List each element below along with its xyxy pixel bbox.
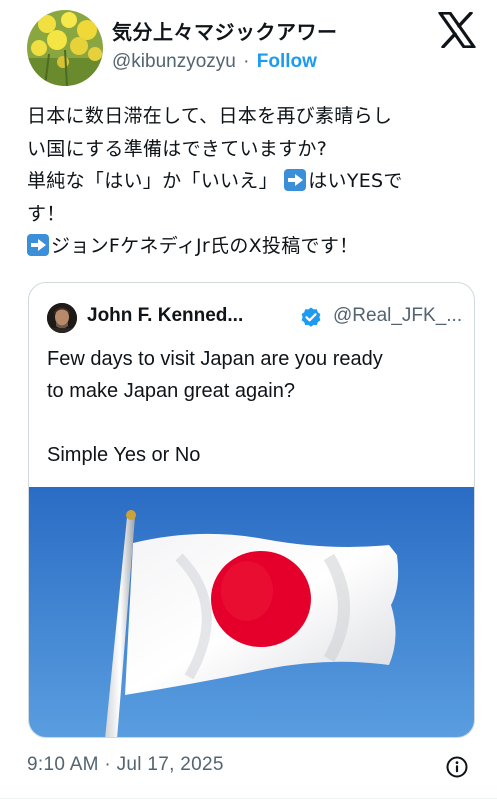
author-handle[interactable]: @kibunzyozyu <box>112 51 236 72</box>
info-icon[interactable] <box>446 756 468 778</box>
tweet-line-part: はいYESで <box>308 170 403 192</box>
tweet-line: ジョンFケネディJr氏のX投稿です！ <box>27 230 482 263</box>
tweet-line-part: 単純な「はい」か「いいえ」 <box>27 170 278 192</box>
tweet-header: 気分上々マジックアワー @kibunzyozyu · Follow <box>0 0 497 92</box>
author-display-name[interactable]: 気分上々マジックアワー <box>112 16 338 45</box>
tweet-line: す！ <box>27 202 66 225</box>
separator-dot: · <box>243 51 250 72</box>
follow-button[interactable]: Follow <box>257 51 317 72</box>
author-handle-row: @kibunzyozyu · Follow <box>112 51 317 73</box>
tweet-timestamp[interactable]: 9:10 AM · Jul 17, 2025 <box>27 754 224 776</box>
quoted-tweet-text: Few days to visit Japan are you ready to… <box>47 343 383 471</box>
tweet-line: い国にする準備はできていますか? <box>27 137 328 160</box>
verified-badge-icon <box>299 306 323 330</box>
quoted-text-line: Simple Yes or No <box>47 444 201 466</box>
tweet-footer: 9:10 AM · Jul 17, 2025 <box>27 752 472 782</box>
right-arrow-emoji-icon <box>284 169 307 191</box>
quoted-author-handle[interactable]: @Real_JFK_... <box>333 305 462 327</box>
bottom-divider <box>0 798 497 799</box>
quoted-tweet-card[interactable]: John F. Kenned... @Real_JFK_... Few days… <box>28 282 475 738</box>
tweet-line: 単純な「はい」か「いいえ」 はいYESで <box>27 165 482 198</box>
tweet-line-part: ジョンFケネディJr氏のX投稿です！ <box>51 235 359 257</box>
rapeseed-flowers-avatar-icon <box>27 10 103 86</box>
quoted-author-avatar[interactable] <box>47 303 77 333</box>
quoted-author-name[interactable]: John F. Kenned... <box>87 305 243 327</box>
quoted-text-line: to make Japan great again? <box>47 380 295 402</box>
tweet-line: 日本に数日滞在して、日本を再び素晴らし <box>27 105 393 127</box>
right-arrow-emoji-icon <box>27 234 49 256</box>
japan-flag-photo[interactable] <box>29 487 474 737</box>
x-logo-icon[interactable] <box>438 11 476 49</box>
author-avatar[interactable] <box>27 10 103 86</box>
tweet-text: 日本に数日滞在して、日本を再び素晴らし い国にする準備はできていますか? 単純な… <box>27 100 482 263</box>
quoted-text-line: Few days to visit Japan are you ready <box>47 348 383 370</box>
portrait-avatar-icon <box>47 303 77 333</box>
